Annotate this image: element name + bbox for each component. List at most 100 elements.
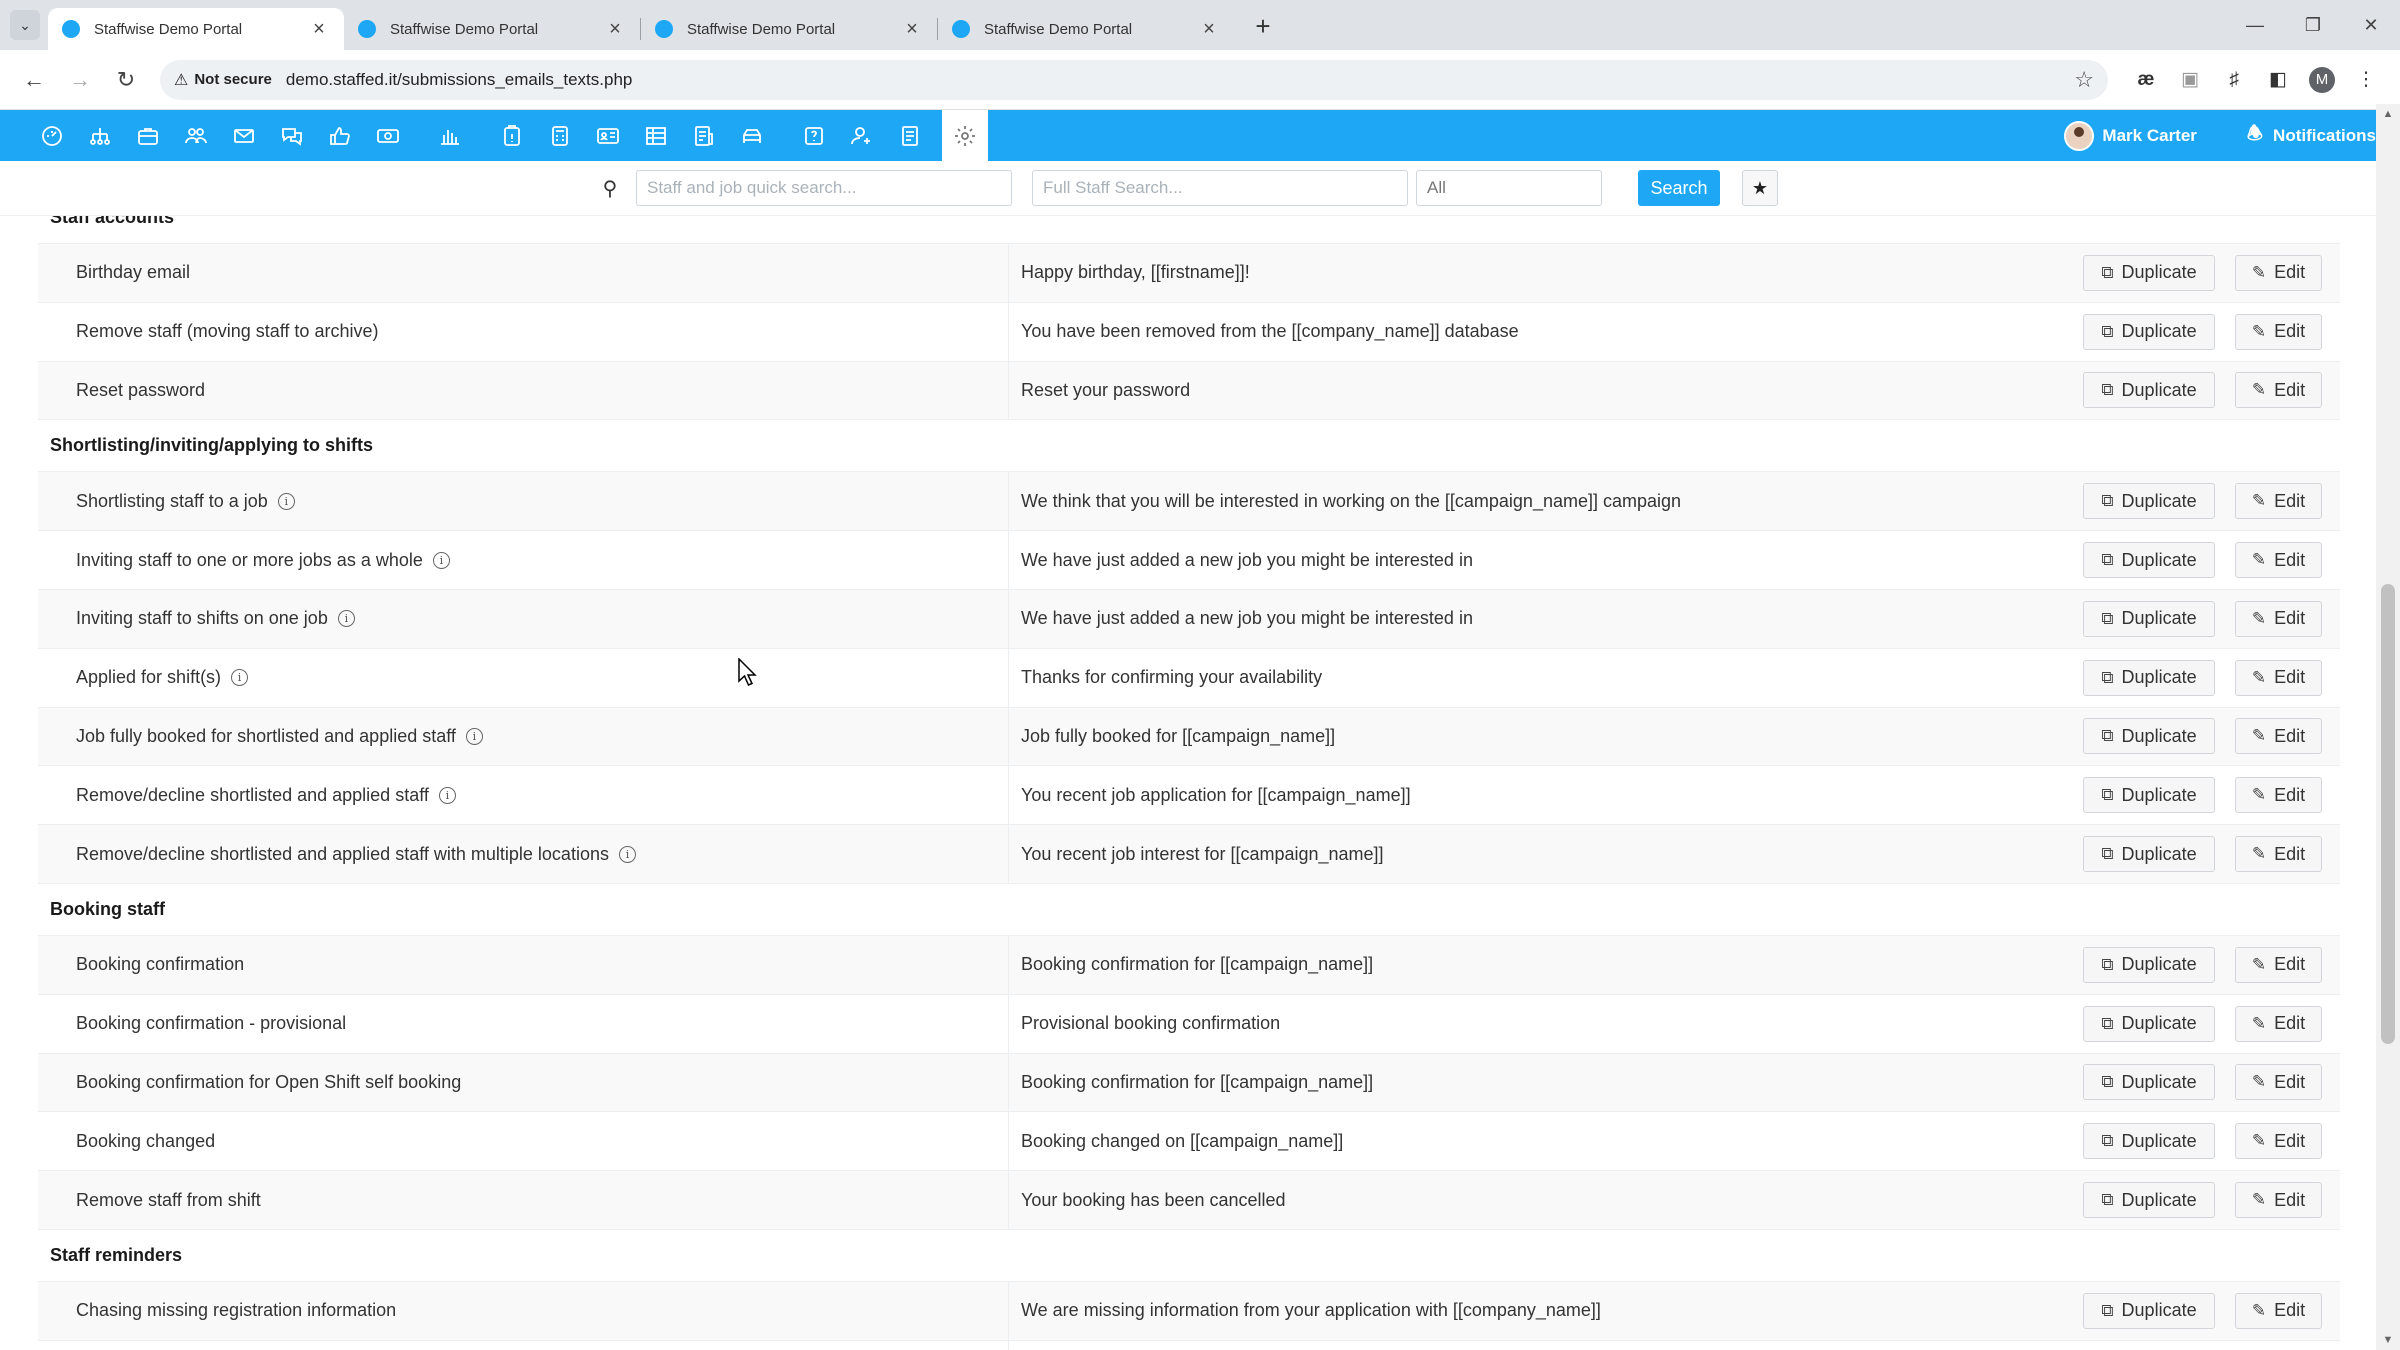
user-settings-icon[interactable] xyxy=(846,120,878,152)
not-secure-indicator[interactable]: ⚠ Not secure xyxy=(174,70,272,90)
edit-button[interactable]: ✎ Edit xyxy=(2235,600,2322,637)
id-card-icon[interactable] xyxy=(592,120,624,152)
extensions-puzzle-icon[interactable]: ♯ xyxy=(2214,60,2254,100)
bookmark-star-icon[interactable]: ☆ xyxy=(2074,67,2094,93)
duplicate-button[interactable]: ⧉ Duplicate xyxy=(2083,372,2215,409)
tab-search-chevron-icon[interactable]: ⌄ xyxy=(10,10,40,40)
help-question-icon[interactable] xyxy=(798,120,830,152)
settings-gear-icon[interactable] xyxy=(942,110,988,161)
duplicate-button[interactable]: ⧉ Duplicate xyxy=(2083,659,2215,696)
thumbs-up-icon[interactable] xyxy=(324,120,356,152)
duplicate-button[interactable]: ⧉ Duplicate xyxy=(2083,1182,2215,1219)
copy-icon: ⧉ xyxy=(2101,667,2114,687)
template-name: Remove staff from shift xyxy=(76,1189,261,1210)
browser-tab[interactable]: Staffwise Demo Portal × xyxy=(938,8,1234,50)
browser-menu-icon[interactable]: ⋮ xyxy=(2346,60,2386,100)
documents-list-icon[interactable] xyxy=(894,120,926,152)
extension-ae-icon[interactable]: æ xyxy=(2126,60,2166,100)
favourites-star-icon[interactable]: ★ xyxy=(1742,170,1778,206)
info-icon[interactable]: i xyxy=(618,845,636,863)
edit-button[interactable]: ✎ Edit xyxy=(2235,1123,2322,1160)
edit-button[interactable]: ✎ Edit xyxy=(2235,1005,2322,1042)
duplicate-button[interactable]: ⧉ Duplicate xyxy=(2083,600,2215,637)
info-icon[interactable]: i xyxy=(432,551,450,569)
edit-button[interactable]: ✎ Edit xyxy=(2235,777,2322,814)
duplicate-button[interactable]: ⧉ Duplicate xyxy=(2083,836,2215,873)
scroll-up-arrow-icon[interactable]: ▲ xyxy=(2376,108,2400,120)
browser-tab[interactable]: Staffwise Demo Portal × xyxy=(48,8,344,50)
edit-button[interactable]: ✎ Edit xyxy=(2235,542,2322,579)
search-filter-select[interactable]: All xyxy=(1416,170,1602,206)
browser-tab[interactable]: Staffwise Demo Portal × xyxy=(641,8,937,50)
reports-chart-icon[interactable] xyxy=(434,120,466,152)
bell-icon[interactable]: 🕭 xyxy=(2247,121,2263,151)
scroll-down-arrow-icon[interactable]: ▼ xyxy=(2376,1334,2400,1346)
duplicate-button[interactable]: ⧉ Duplicate xyxy=(2083,1292,2215,1329)
info-icon[interactable]: i xyxy=(465,727,483,745)
email-envelope-icon[interactable] xyxy=(228,120,260,152)
page-scrollbar[interactable]: ▲ ▼ xyxy=(2376,104,2400,1350)
vehicle-car-icon[interactable] xyxy=(736,120,768,152)
info-icon[interactable]: i xyxy=(277,492,295,510)
clipboard-icon[interactable] xyxy=(496,120,528,152)
quick-search-input[interactable] xyxy=(636,170,1012,206)
calculator-icon[interactable] xyxy=(544,120,576,152)
minimize-icon[interactable]: — xyxy=(2226,15,2284,36)
staff-group-icon[interactable] xyxy=(180,120,212,152)
scrollbar-thumb[interactable] xyxy=(2381,584,2395,1044)
edit-button[interactable]: ✎ Edit xyxy=(2235,1182,2322,1219)
profile-avatar[interactable]: M xyxy=(2302,60,2342,100)
omnibox[interactable]: ⚠ Not secure demo.staffed.it/submissions… xyxy=(160,59,2108,100)
reload-icon[interactable]: ↻ xyxy=(106,60,146,100)
forward-arrow-icon[interactable]: → xyxy=(60,60,100,100)
dashboard-icon[interactable] xyxy=(36,120,68,152)
edit-button[interactable]: ✎ Edit xyxy=(2235,254,2322,291)
edit-button[interactable]: ✎ Edit xyxy=(2235,836,2322,873)
edit-button[interactable]: ✎ Edit xyxy=(2235,946,2322,983)
info-icon[interactable]: i xyxy=(438,786,456,804)
duplicate-button[interactable]: ⧉ Duplicate xyxy=(2083,1123,2215,1160)
edit-button[interactable]: ✎ Edit xyxy=(2235,1064,2322,1101)
jobs-briefcase-icon[interactable] xyxy=(132,120,164,152)
full-staff-search-input[interactable] xyxy=(1032,170,1408,206)
org-structure-icon[interactable] xyxy=(84,120,116,152)
search-button[interactable]: Search xyxy=(1638,170,1720,206)
browser-tab[interactable]: Staffwise Demo Portal × xyxy=(344,8,640,50)
edit-button[interactable]: ✎ Edit xyxy=(2235,372,2322,409)
duplicate-button[interactable]: ⧉ Duplicate xyxy=(2083,254,2215,291)
duplicate-button[interactable]: ⧉ Duplicate xyxy=(2083,542,2215,579)
restore-icon[interactable]: ❐ xyxy=(2284,15,2342,36)
schedule-board-icon[interactable] xyxy=(640,120,672,152)
extension-grey-icon[interactable]: ▣ xyxy=(2170,60,2210,100)
edit-button[interactable]: ✎ Edit xyxy=(2235,1292,2322,1329)
duplicate-button[interactable]: ⧉ Duplicate xyxy=(2083,1005,2215,1042)
edit-button[interactable]: ✎ Edit xyxy=(2235,313,2322,350)
payments-cash-icon[interactable] xyxy=(372,120,404,152)
invoice-document-icon[interactable] xyxy=(688,120,720,152)
side-panel-icon[interactable]: ◧ xyxy=(2258,60,2298,100)
duplicate-button[interactable]: ⧉ Duplicate xyxy=(2083,313,2215,350)
tab-close-icon[interactable]: × xyxy=(604,18,626,41)
tab-close-icon[interactable]: × xyxy=(308,18,330,41)
duplicate-label: Duplicate xyxy=(2121,843,2197,864)
user-avatar[interactable] xyxy=(2064,120,2095,151)
tab-close-icon[interactable]: × xyxy=(1198,18,1220,41)
back-arrow-icon[interactable]: ← xyxy=(14,60,54,100)
edit-button[interactable]: ✎ Edit xyxy=(2235,483,2322,520)
duplicate-button[interactable]: ⧉ Duplicate xyxy=(2083,777,2215,814)
tab-close-icon[interactable]: × xyxy=(901,18,923,41)
edit-button[interactable]: ✎ Edit xyxy=(2235,718,2322,755)
duplicate-button[interactable]: ⧉ Duplicate xyxy=(2083,1064,2215,1101)
url-text[interactable]: demo.staffed.it/submissions_emails_texts… xyxy=(286,70,2074,90)
info-icon[interactable]: i xyxy=(231,669,249,687)
close-window-icon[interactable]: ✕ xyxy=(2342,15,2400,36)
duplicate-button[interactable]: ⧉ Duplicate xyxy=(2083,483,2215,520)
edit-button[interactable]: ✎ Edit xyxy=(2235,659,2322,696)
duplicate-button[interactable]: ⧉ Duplicate xyxy=(2083,946,2215,983)
duplicate-button[interactable]: ⧉ Duplicate xyxy=(2083,718,2215,755)
new-tab-plus-icon[interactable]: + xyxy=(1248,11,1278,42)
info-icon[interactable]: i xyxy=(337,610,355,628)
user-name[interactable]: Mark Carter xyxy=(2102,126,2197,146)
notifications-link[interactable]: Notifications xyxy=(2273,126,2376,146)
chat-bubbles-icon[interactable] xyxy=(276,120,308,152)
